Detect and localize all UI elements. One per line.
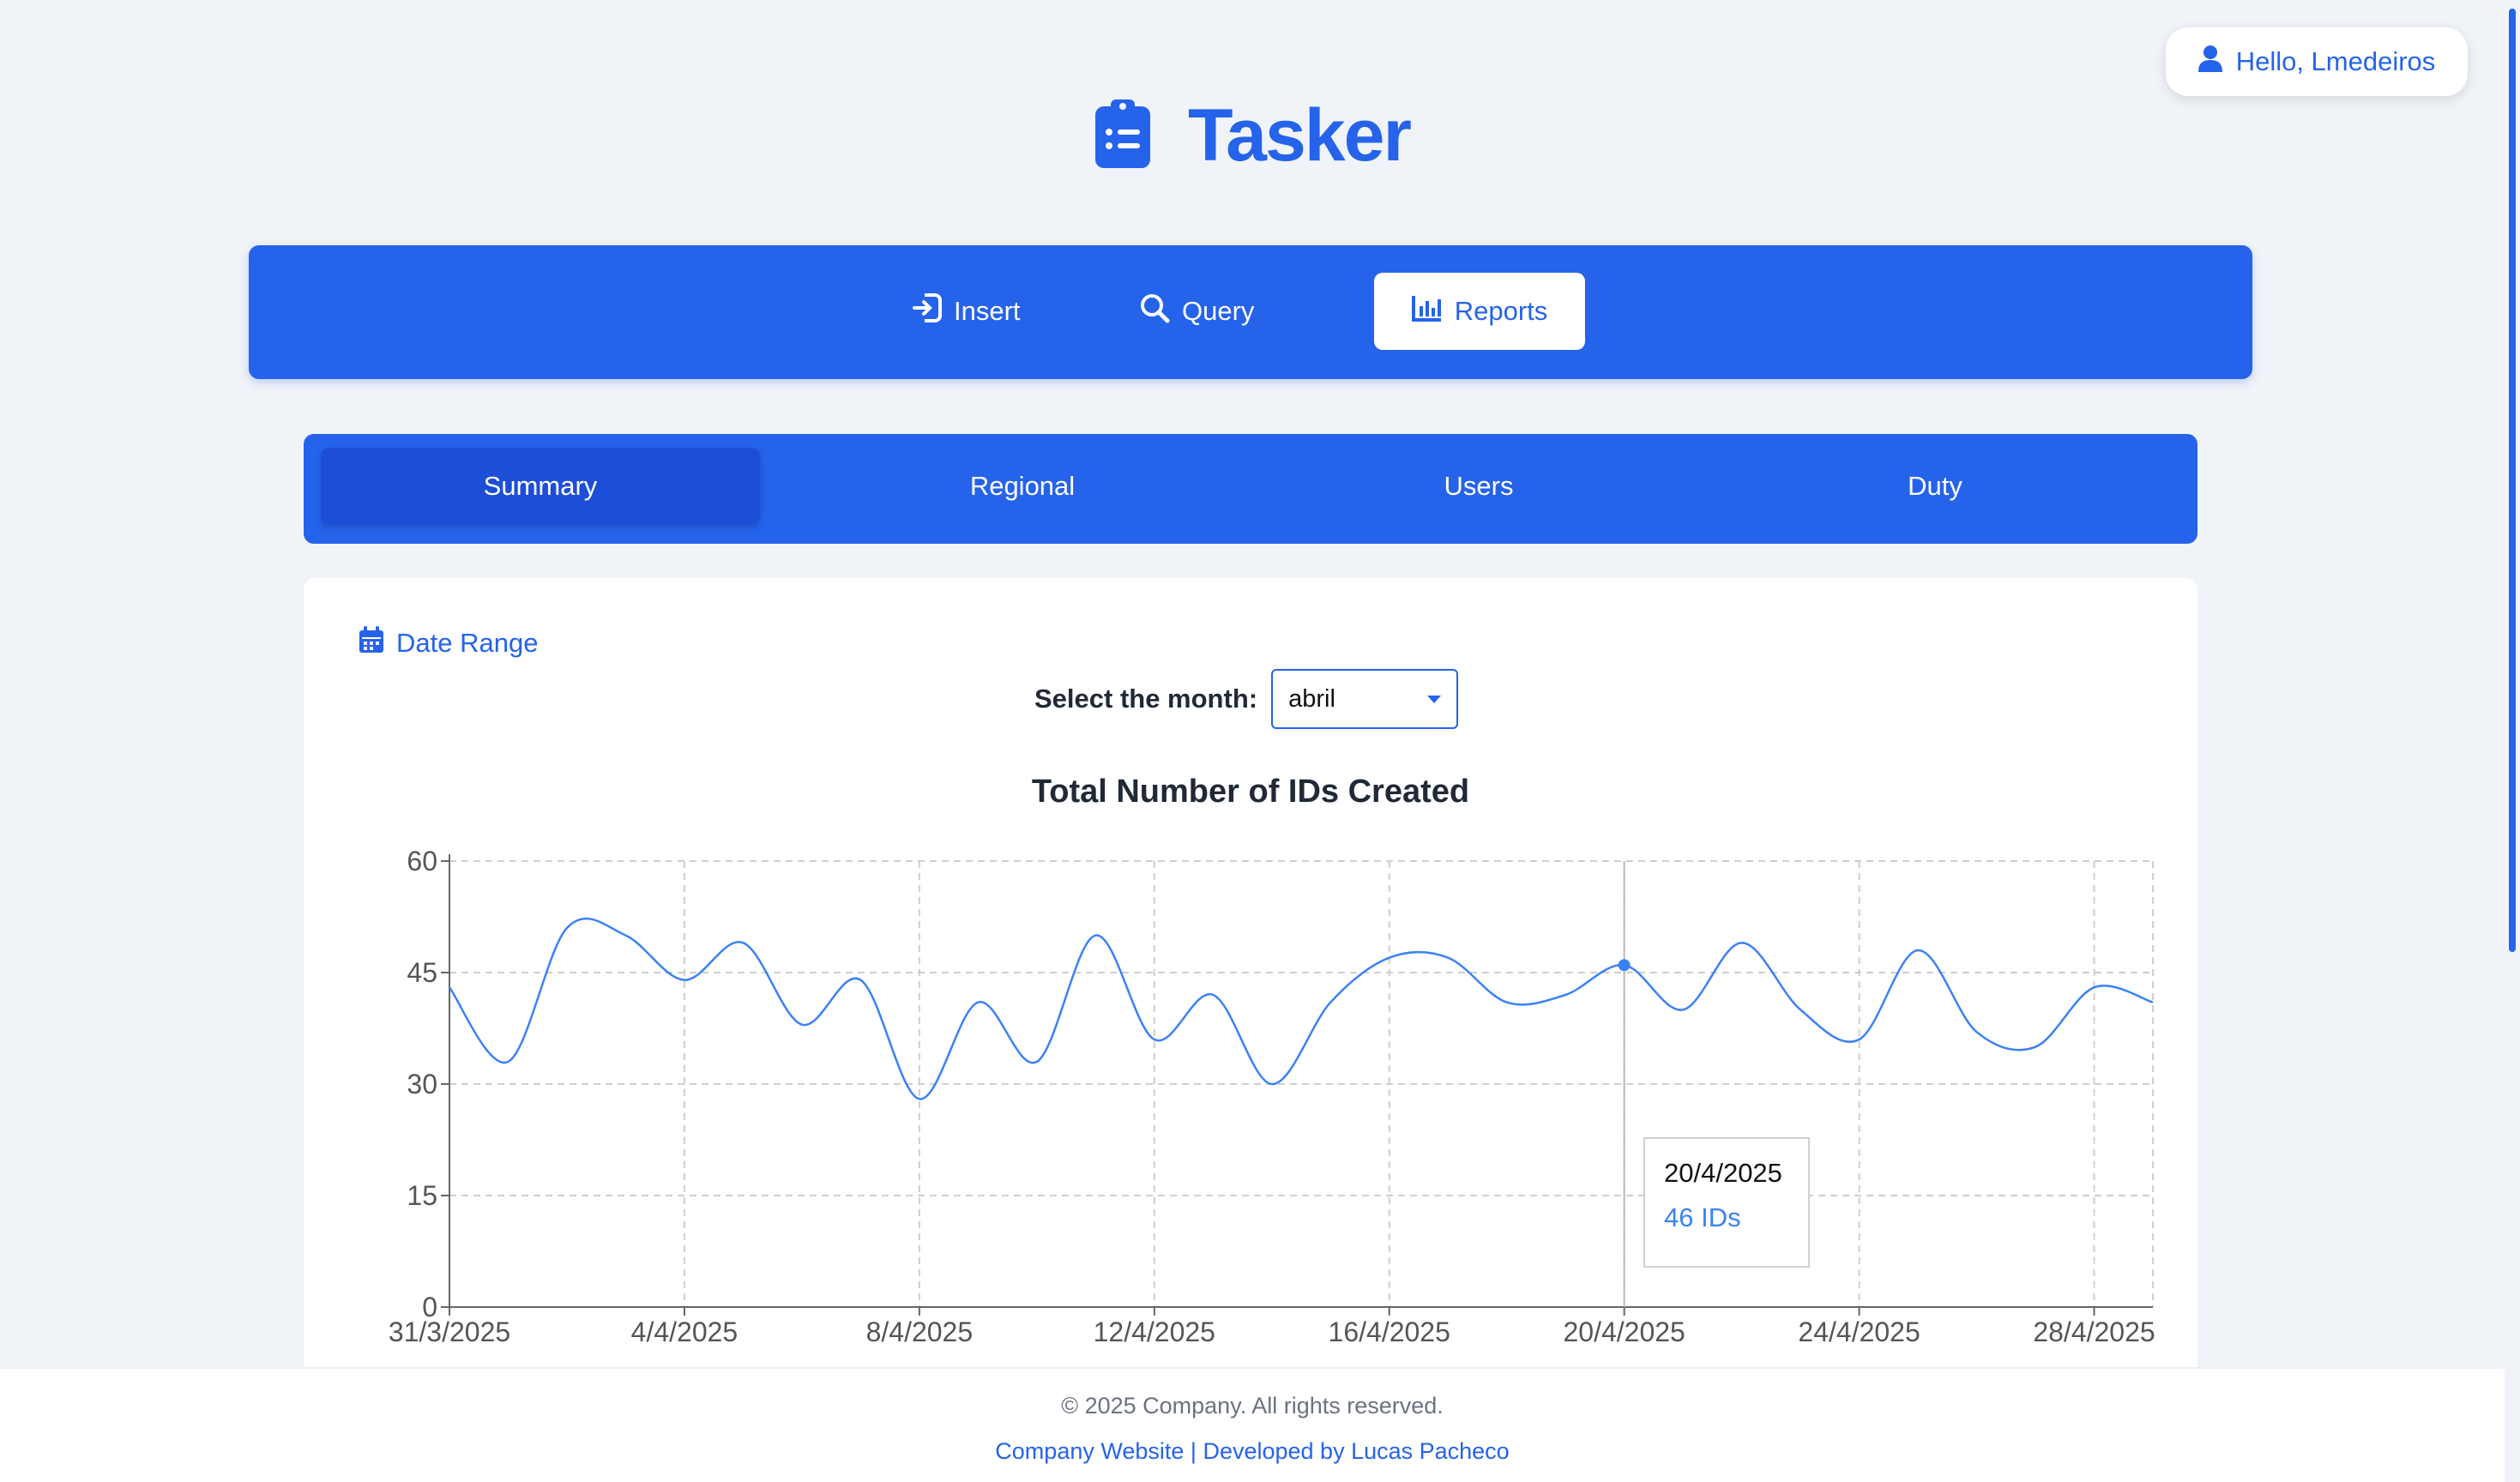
user-icon bbox=[2197, 45, 2222, 79]
date-range-toggle[interactable]: Date Range bbox=[359, 626, 538, 660]
clipboard-list-icon bbox=[1094, 98, 1152, 174]
nav-query[interactable]: Query bbox=[1106, 273, 1287, 350]
report-tabs: Summary Regional Users Duty bbox=[304, 434, 2197, 544]
month-filter: Select the month: abril bbox=[1034, 669, 1459, 729]
nav-insert-label: Insert bbox=[954, 296, 1021, 326]
x-tick-label: 4/4/2025 bbox=[631, 1316, 739, 1346]
series-line bbox=[448, 917, 2154, 1100]
y-tick-label: 30 bbox=[407, 1069, 437, 1099]
footer-separator: | bbox=[1190, 1438, 1197, 1464]
nav-reports-label: Reports bbox=[1454, 296, 1548, 326]
y-tick-label: 15 bbox=[407, 1180, 437, 1211]
app-name: Tasker bbox=[1188, 93, 1412, 177]
chart-title: Total Number of IDs Created bbox=[1031, 774, 1470, 810]
summary-card: Date Range Select the month: abril Total… bbox=[304, 578, 2197, 1480]
nav-reports[interactable]: Reports bbox=[1374, 273, 1585, 350]
month-label: Select the month: bbox=[1034, 684, 1258, 714]
user-greeting: Hello, Lmedeiros bbox=[2235, 46, 2436, 76]
bar-chart-icon bbox=[1411, 294, 1443, 328]
y-tick-label: 45 bbox=[407, 957, 437, 988]
user-menu-button[interactable]: Hello, Lmedeiros bbox=[2166, 27, 2468, 96]
nav-query-label: Query bbox=[1182, 296, 1255, 326]
tab-regional[interactable]: Regional bbox=[803, 448, 1242, 525]
x-tick-label: 16/4/2025 bbox=[1329, 1316, 1450, 1346]
company-website-link[interactable]: Company Website bbox=[995, 1438, 1184, 1464]
tooltip-value: 46 IDs bbox=[1664, 1202, 1741, 1232]
x-tick-label: 24/4/2025 bbox=[1798, 1316, 1920, 1346]
highlight-point bbox=[1618, 959, 1631, 972]
main-nav: Insert Query Reports bbox=[249, 245, 2252, 379]
tooltip-date: 20/4/2025 bbox=[1664, 1158, 1782, 1188]
developer-link[interactable]: Developed by Lucas Pacheco bbox=[1203, 1438, 1509, 1464]
tab-users[interactable]: Users bbox=[1259, 448, 1698, 525]
x-tick-label: 20/4/2025 bbox=[1563, 1316, 1685, 1346]
app-logo: Tasker bbox=[1094, 93, 1412, 178]
copyright-text: © 2025 Company. All rights reserved. bbox=[1061, 1393, 1444, 1419]
tab-summary[interactable]: Summary bbox=[321, 448, 760, 525]
month-select-value: abril bbox=[1288, 684, 1335, 713]
chart-tooltip: 20/4/2025 46 IDs bbox=[1643, 1137, 1810, 1268]
x-tick-label: 31/3/2025 bbox=[389, 1316, 510, 1346]
search-icon bbox=[1139, 292, 1170, 330]
scrollbar-thumb[interactable] bbox=[2509, 9, 2516, 952]
ids-created-chart: 01530456031/3/2025 4/4/2025 8/4/2025 12/4/2… bbox=[389, 846, 2155, 1346]
x-tick-label: 8/4/2025 bbox=[866, 1316, 974, 1346]
y-tick-label: 60 bbox=[407, 846, 437, 877]
tab-duty[interactable]: Duty bbox=[1715, 448, 2155, 525]
calendar-icon bbox=[359, 626, 384, 660]
x-tick-label: 12/4/2025 bbox=[1094, 1316, 1215, 1346]
month-select[interactable]: abril bbox=[1271, 669, 1459, 729]
footer: © 2025 Company. All rights reserved. Com… bbox=[0, 1367, 2505, 1482]
footer-links: Company Website | Developed by Lucas Pac… bbox=[0, 1438, 2505, 1465]
x-tick-label: 28/4/2025 bbox=[2033, 1316, 2155, 1346]
caret-down-icon bbox=[1427, 695, 1442, 703]
nav-insert[interactable]: Insert bbox=[880, 273, 1053, 350]
date-range-label: Date Range bbox=[396, 628, 539, 658]
sign-in-icon bbox=[913, 293, 942, 329]
